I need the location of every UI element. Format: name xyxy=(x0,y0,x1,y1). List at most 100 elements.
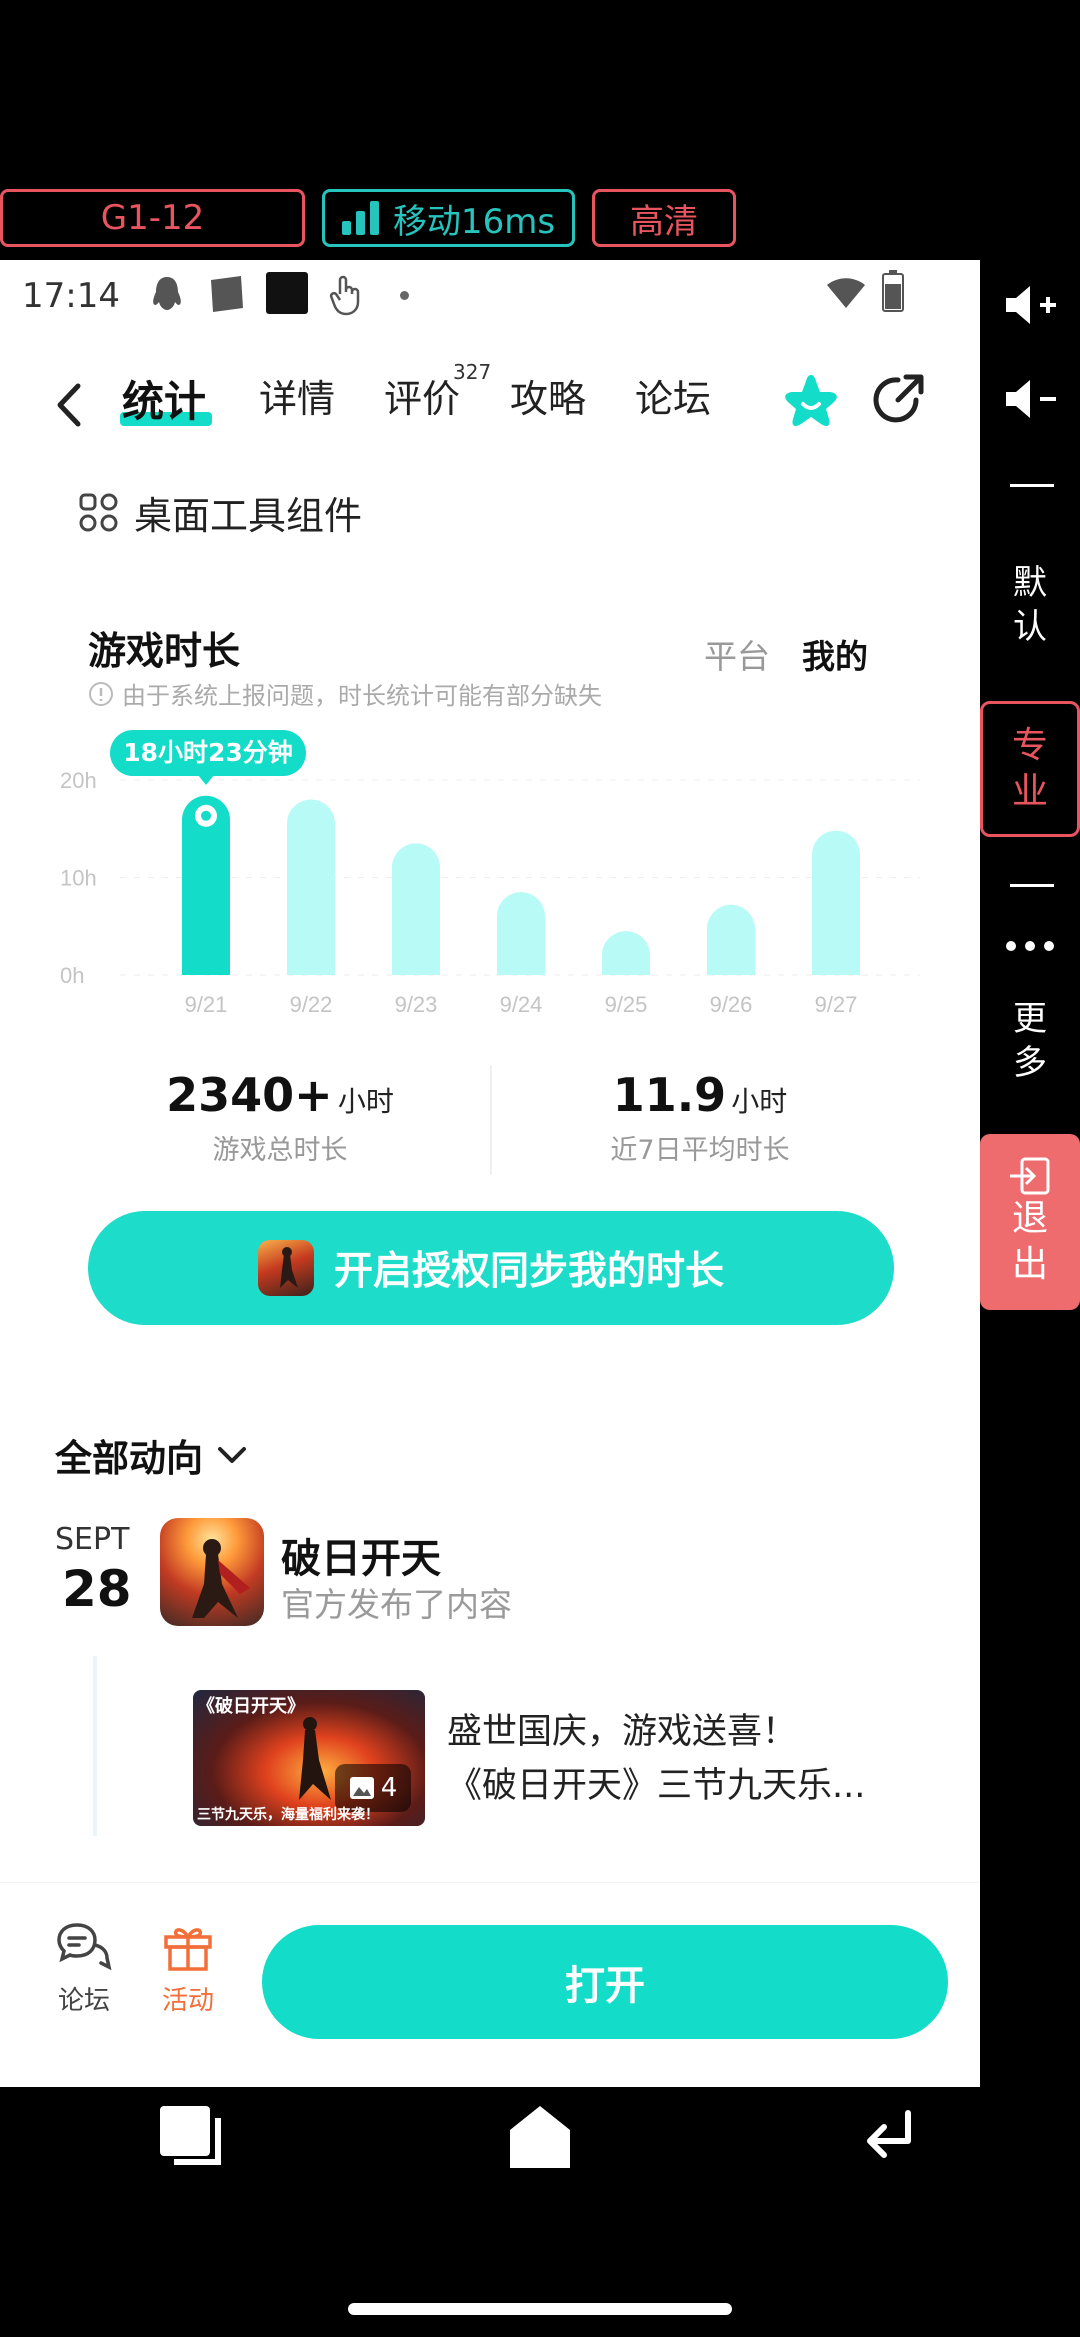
app-notification-icon xyxy=(211,276,243,312)
notice-text: 由于系统上报问题，时长统计可能有部分缺失 xyxy=(122,682,602,710)
more-dots-button[interactable] xyxy=(980,926,1080,966)
device-pill[interactable]: G1-12 xyxy=(0,189,305,247)
post-image-caption: 三节九天乐，海量福利来袭！ xyxy=(197,1807,379,1823)
status-bar: 17:14 xyxy=(0,260,980,332)
x-tick-label: 9/22 xyxy=(290,992,333,1017)
y-tick-label: 20h xyxy=(60,768,97,793)
post-text[interactable]: 盛世国庆，游戏送喜！ 《破日开天》三节九天乐... xyxy=(447,1705,865,1813)
post-image[interactable]: 《破日开天》 4 三节九天乐，海量福利来袭！ xyxy=(193,1690,425,1826)
game-thumbnail xyxy=(257,1240,314,1296)
feed-day: 28 xyxy=(62,1560,132,1618)
open-button-label: 打开 xyxy=(565,1963,645,2009)
total-playtime-stat: 2340+ 小时 游戏总时长 xyxy=(110,1068,450,1167)
quality-label: 高清 xyxy=(630,201,698,242)
volume-down-icon xyxy=(1006,380,1056,418)
selected-point-marker-core xyxy=(201,810,211,821)
gallery-icon xyxy=(349,1777,374,1799)
battery-icon xyxy=(882,270,904,312)
sync-playtime-button[interactable]: 开启授权同步我的时长 xyxy=(88,1211,894,1325)
widget-grid-icon xyxy=(79,493,118,531)
chart-bar[interactable] xyxy=(497,892,545,975)
recent-apps-icon[interactable] xyxy=(156,2102,226,2172)
system-navigation-bar xyxy=(0,2087,1080,2337)
feed-filter-dropdown[interactable]: 全部动向 xyxy=(55,1428,249,1482)
divider xyxy=(1010,484,1054,487)
desktop-widget-entry[interactable]: 桌面工具组件 xyxy=(78,485,362,540)
x-tick-label: 9/25 xyxy=(605,992,648,1017)
network-label: 移动16ms xyxy=(392,201,556,242)
forum-chat-icon xyxy=(57,1923,112,1971)
post-line-1: 盛世国庆，游戏送喜！ xyxy=(447,1712,798,1752)
y-tick-label: 10h xyxy=(60,866,97,891)
default-mode-label: 默 认 xyxy=(1013,563,1047,647)
platform-toggle[interactable]: 平台 xyxy=(704,630,770,678)
game-name[interactable]: 破日开天 xyxy=(281,1526,441,1584)
feed-month: SEPT xyxy=(55,1522,130,1557)
back-icon[interactable] xyxy=(862,2107,918,2163)
tab-stats[interactable]: 统计 xyxy=(122,368,206,429)
chevron-down-icon xyxy=(218,1447,246,1463)
more-dots-icon xyxy=(1006,941,1054,951)
chart-bar[interactable] xyxy=(392,843,440,975)
tab-forum[interactable]: 论坛 xyxy=(635,368,711,423)
exit-button[interactable]: 退 出 xyxy=(980,1134,1080,1310)
stream-toolbar: G1-12 移动16ms 高清 xyxy=(0,0,1080,260)
pro-mode-button[interactable]: 专 业 xyxy=(980,701,1080,837)
average-playtime-value: 11.9 xyxy=(612,1068,727,1122)
chart-bar[interactable] xyxy=(287,799,335,976)
chart-bar[interactable] xyxy=(812,830,860,975)
activity-button[interactable]: 活动 xyxy=(148,1921,228,2017)
playtime-title: 游戏时长 xyxy=(88,629,241,673)
volume-up-icon xyxy=(1006,286,1056,324)
x-tick-label: 9/21 xyxy=(185,992,228,1017)
wifi-icon xyxy=(827,278,865,308)
feed-title-label: 全部动向 xyxy=(55,1437,203,1480)
side-control-panel: 默 认 专 业 更 多 退 出 xyxy=(980,260,1080,2087)
gift-icon xyxy=(164,1928,212,1971)
tab-guides[interactable]: 攻略 xyxy=(510,368,586,423)
volume-up-button[interactable] xyxy=(980,274,1080,336)
app-screen: 17:14 统计 详情 评价 攻略 论坛 327 桌面工具组件 游戏时长 平台 … xyxy=(0,260,980,2087)
activity-label: 活动 xyxy=(161,1986,214,2016)
forum-label: 论坛 xyxy=(57,1986,110,2016)
review-count-badge: 327 xyxy=(453,360,492,384)
x-tick-label: 9/27 xyxy=(815,992,858,1017)
chart-bar[interactable] xyxy=(707,904,755,975)
quality-pill[interactable]: 高清 xyxy=(592,189,736,247)
default-mode-button[interactable]: 默 认 xyxy=(980,560,1080,650)
touch-icon xyxy=(329,275,360,316)
exit-icon xyxy=(1010,1157,1050,1195)
sync-button-label: 开启授权同步我的时长 xyxy=(333,1249,724,1294)
widget-label: 桌面工具组件 xyxy=(134,494,363,538)
device-label: G1-12 xyxy=(100,198,205,238)
more-button[interactable]: 更 多 xyxy=(980,996,1080,1086)
forum-button[interactable]: 论坛 xyxy=(44,1921,124,2017)
tab-reviews[interactable]: 评价 xyxy=(384,368,460,423)
bottom-action-bar: 论坛 活动 打开 xyxy=(0,1882,980,2087)
favorite-star-icon[interactable] xyxy=(782,372,840,430)
average-playtime-stat: 11.9 小时 近7日平均时长 xyxy=(530,1068,870,1167)
more-label: 更 多 xyxy=(1013,999,1047,1083)
image-count: 4 xyxy=(380,1773,398,1803)
back-arrow-icon[interactable] xyxy=(54,382,82,428)
pro-mode-label: 专 业 xyxy=(1011,725,1048,812)
x-tick-label: 9/26 xyxy=(710,992,753,1017)
total-playtime-unit: 小时 xyxy=(337,1085,394,1118)
volume-down-button[interactable] xyxy=(980,368,1080,430)
qq-icon xyxy=(153,277,181,310)
game-icon[interactable] xyxy=(160,1518,264,1626)
tab-details[interactable]: 详情 xyxy=(259,368,335,423)
more-notifications-dot xyxy=(400,291,409,300)
playtime-chart: 0h 10h 20h 9/21 18小时23分钟 9/22 9/23 9/24 9/25 9/26… xyxy=(60,730,920,1017)
network-pill[interactable]: 移动16ms xyxy=(322,189,575,247)
info-icon xyxy=(89,681,113,706)
status-time: 17:14 xyxy=(22,276,120,316)
home-indicator[interactable] xyxy=(348,2303,732,2315)
home-icon[interactable] xyxy=(506,2102,574,2172)
open-game-button[interactable]: 打开 xyxy=(262,1925,948,2039)
share-icon[interactable] xyxy=(870,372,926,428)
signal-icon xyxy=(341,201,379,235)
chart-bar[interactable] xyxy=(602,931,650,975)
divider xyxy=(1010,884,1054,887)
mine-toggle[interactable]: 我的 xyxy=(802,630,868,678)
